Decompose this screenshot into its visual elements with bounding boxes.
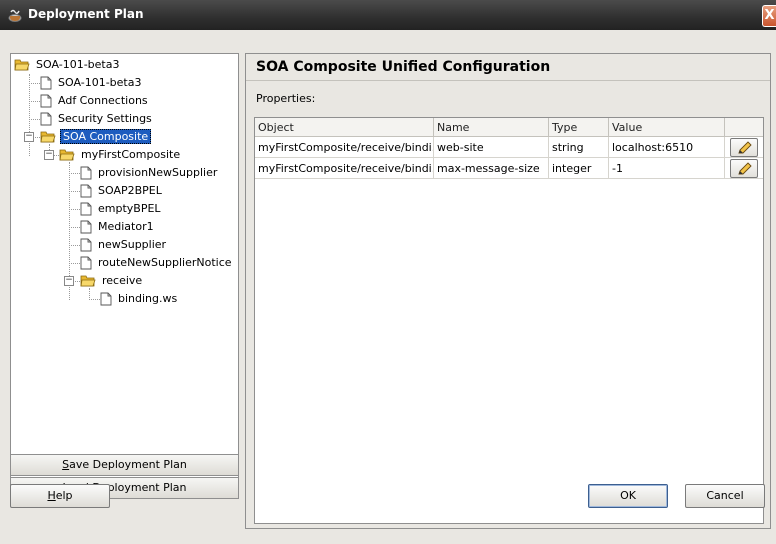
tree-item-label: emptyBPEL — [98, 202, 161, 215]
cell-value[interactable]: localhost:6510 — [609, 137, 725, 158]
tree-item-soa-101-beta3[interactable]: SOA-101-beta3 — [40, 74, 143, 92]
properties-table[interactable]: Object Name Type Value myFirstComposite/… — [254, 117, 764, 524]
tree-item-label-selected: SOA Composite — [60, 129, 152, 144]
close-icon: X — [764, 8, 775, 23]
tree-connector — [69, 227, 80, 228]
tree-connector — [89, 299, 100, 300]
cell-type[interactable]: integer — [549, 158, 609, 179]
divider — [246, 80, 770, 81]
tree-connector — [69, 245, 80, 246]
help-mnemonic: H — [47, 489, 56, 502]
panel-title: SOA Composite Unified Configuration — [256, 59, 551, 75]
document-icon — [80, 256, 92, 270]
tree-item-soa-composite[interactable]: SOA Composite — [40, 128, 152, 146]
save-deployment-plan-button[interactable]: Save Deployment Plan — [10, 454, 239, 476]
coffee-cup-icon — [8, 9, 22, 22]
document-icon — [40, 112, 52, 126]
document-icon — [80, 238, 92, 252]
tree-item-label: SOAP2BPEL — [98, 184, 162, 197]
tree-connector — [69, 191, 80, 192]
tree-item-security-settings[interactable]: Security Settings — [40, 110, 154, 128]
tree-item-provisionnewsupplier[interactable]: provisionNewSupplier — [80, 164, 219, 182]
cell-object[interactable]: myFirstComposite/receive/bindi... — [255, 158, 434, 179]
tree-item-label: provisionNewSupplier — [98, 166, 218, 179]
window-title: Deployment Plan — [28, 7, 144, 21]
column-header-edit — [725, 118, 763, 137]
cell-name[interactable]: web-site — [434, 137, 549, 158]
properties-label: Properties: — [256, 92, 316, 105]
help-label: elp — [55, 489, 73, 502]
cell-type[interactable]: string — [549, 137, 609, 158]
column-header-name[interactable]: Name — [434, 118, 549, 137]
tree-item-root[interactable]: SOA-101-beta3 — [14, 56, 121, 74]
column-header-type[interactable]: Type — [549, 118, 609, 137]
tree-item-label: Security Settings — [58, 112, 152, 125]
tree-connector — [29, 119, 40, 120]
ok-button[interactable]: OK — [588, 484, 668, 508]
cancel-button[interactable]: Cancel — [685, 484, 765, 508]
column-header-value[interactable]: Value — [609, 118, 725, 137]
folder-open-icon — [80, 275, 96, 287]
pencil-icon — [738, 162, 752, 175]
dialog-body: − − − SOA-101-beta3 SOA-101-beta3 Adf Co… — [0, 30, 776, 544]
folder-open-icon — [40, 131, 56, 143]
document-icon — [40, 94, 52, 108]
tree-connector — [29, 83, 40, 84]
pencil-icon — [738, 141, 752, 154]
tree-item-mediator1[interactable]: Mediator1 — [80, 218, 156, 236]
tree-item-routenewsuppliernotice[interactable]: routeNewSupplierNotice — [80, 254, 234, 272]
deployment-tree[interactable]: − − − SOA-101-beta3 SOA-101-beta3 Adf Co… — [10, 53, 239, 483]
document-icon — [80, 184, 92, 198]
tree-item-newsupplier[interactable]: newSupplier — [80, 236, 168, 254]
configuration-panel: SOA Composite Unified Configuration Prop… — [245, 53, 771, 529]
close-window-button[interactable]: X — [762, 5, 776, 27]
tree-item-label: receive — [102, 274, 143, 287]
document-icon — [80, 166, 92, 180]
cell-name[interactable]: max-message-size — [434, 158, 549, 179]
folder-open-icon — [59, 149, 75, 161]
tree-item-label: Mediator1 — [98, 220, 154, 233]
tree-item-label: Adf Connections — [58, 94, 148, 107]
tree-item-label: myFirstComposite — [81, 148, 181, 161]
tree-item-label: SOA-101-beta3 — [36, 58, 120, 71]
tree-item-label: newSupplier — [98, 238, 167, 251]
collapse-toggle[interactable]: − — [24, 132, 34, 142]
document-icon — [80, 202, 92, 216]
collapse-toggle[interactable]: − — [44, 150, 54, 160]
tree-connector — [29, 74, 30, 156]
tree-item-label: binding.ws — [118, 292, 178, 305]
edit-value-button[interactable] — [730, 138, 758, 157]
cell-value[interactable]: -1 — [609, 158, 725, 179]
folder-open-icon — [14, 59, 30, 71]
document-icon — [80, 220, 92, 234]
tree-item-myfirstcomposite[interactable]: myFirstComposite — [59, 146, 182, 164]
tree-connector — [73, 281, 80, 282]
cell-object[interactable]: myFirstComposite/receive/bindi... — [255, 137, 434, 158]
tree-item-label: SOA-101-beta3 — [58, 76, 142, 89]
tree-connector — [69, 263, 80, 264]
tree-item-label: routeNewSupplierNotice — [98, 256, 232, 269]
collapse-toggle[interactable]: − — [64, 276, 74, 286]
tree-connector — [69, 173, 80, 174]
title-bar: Deployment Plan X — [0, 0, 776, 31]
tree-item-binding-ws[interactable]: binding.ws — [100, 290, 179, 308]
save-label: ave Deployment Plan — [69, 458, 187, 471]
tree-item-soap2bpel[interactable]: SOAP2BPEL — [80, 182, 164, 200]
document-icon — [100, 292, 112, 306]
tree-connector — [29, 101, 40, 102]
column-header-object[interactable]: Object — [255, 118, 434, 137]
tree-item-receive[interactable]: receive — [80, 272, 144, 290]
tree-connector — [33, 137, 40, 138]
document-icon — [40, 76, 52, 90]
tree-item-adf-connections[interactable]: Adf Connections — [40, 92, 150, 110]
edit-value-button[interactable] — [730, 159, 758, 178]
tree-item-emptybpel[interactable]: emptyBPEL — [80, 200, 163, 218]
tree-connector — [69, 209, 80, 210]
help-button[interactable]: Help — [10, 484, 110, 508]
